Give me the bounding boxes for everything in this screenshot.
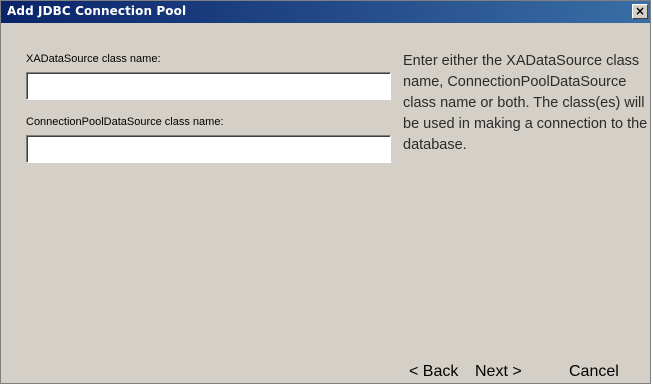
- back-button[interactable]: < Back: [409, 363, 458, 381]
- xadatasource-label: XADataSource class name:: [26, 53, 161, 65]
- window-title: Add JDBC Connection Pool: [7, 4, 187, 18]
- close-icon: ×: [634, 4, 646, 18]
- cancel-button[interactable]: Cancel: [569, 363, 619, 381]
- help-description: Enter either the XADataSource class name…: [403, 53, 648, 153]
- xadatasource-class-name-input[interactable]: [26, 72, 391, 100]
- next-button[interactable]: Next >: [475, 363, 522, 381]
- close-button[interactable]: ×: [632, 4, 648, 19]
- add-jdbc-connection-pool-dialog: Add JDBC Connection Pool × XADataSource …: [0, 0, 651, 384]
- connectionpooldatasource-class-name-input[interactable]: [26, 135, 391, 163]
- connectionpooldatasource-label: ConnectionPoolDataSource class name:: [26, 116, 224, 128]
- title-bar[interactable]: Add JDBC Connection Pool ×: [1, 1, 650, 23]
